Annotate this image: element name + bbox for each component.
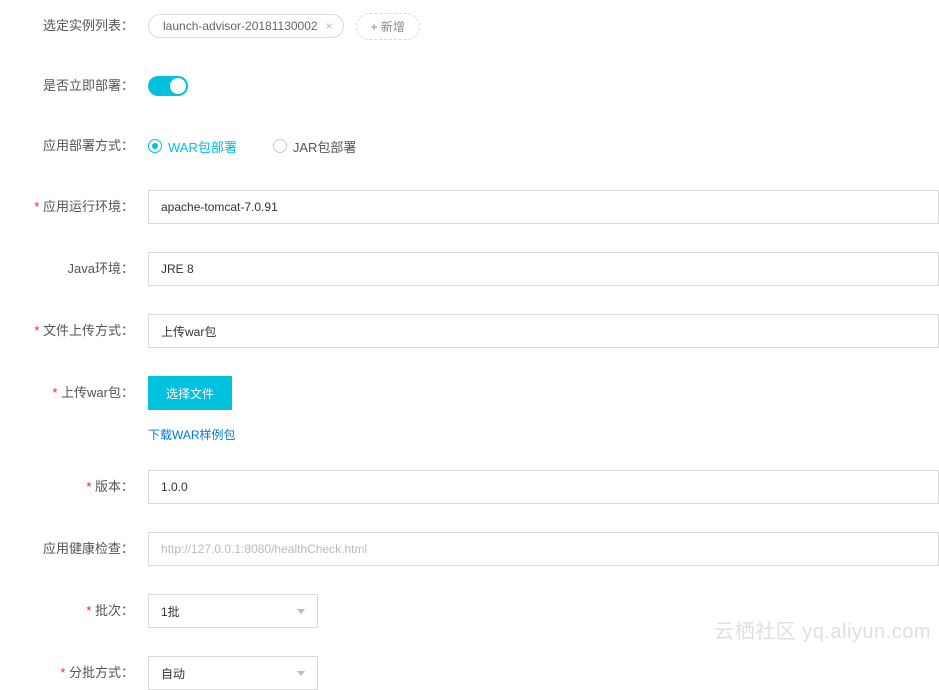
- chevron-down-icon: [297, 671, 305, 676]
- upload-method-value: 上传war包: [161, 323, 216, 340]
- field-instance-list: launch-advisor-20181130002 × + 新增: [148, 13, 939, 40]
- row-upload-war: 上传war包： 选择文件: [0, 376, 939, 410]
- version-value: 1.0.0: [161, 480, 188, 494]
- chevron-down-icon: [297, 609, 305, 614]
- row-deploy-now: 是否立即部署：: [0, 70, 939, 102]
- download-sample-link[interactable]: 下载WAR样例包: [148, 426, 236, 443]
- health-check-input[interactable]: http://127.0.0.1:8080/healthCheck.html: [148, 532, 939, 566]
- row-batch: 批次： 1批: [0, 594, 939, 628]
- label-deploy-method: 应用部署方式：: [0, 137, 148, 155]
- label-java-env: Java环境：: [0, 260, 148, 278]
- batch-value: 1批: [161, 603, 180, 620]
- runtime-env-value: apache-tomcat-7.0.91: [161, 200, 278, 214]
- radio-icon: [148, 139, 162, 153]
- label-deploy-now: 是否立即部署：: [0, 77, 148, 95]
- upload-method-select[interactable]: 上传war包: [148, 314, 939, 348]
- batch-mode-select[interactable]: 自动: [148, 656, 318, 690]
- radio-war-label: WAR包部署: [168, 137, 237, 156]
- radio-icon: [273, 139, 287, 153]
- add-instance-button[interactable]: + 新增: [356, 13, 420, 40]
- label-instance-list: 选定实例列表：: [0, 17, 148, 35]
- row-java-env: Java环境： JRE 8: [0, 252, 939, 286]
- java-env-value: JRE 8: [161, 262, 194, 276]
- field-version: 1.0.0: [148, 470, 939, 504]
- label-upload-method: 文件上传方式：: [0, 322, 148, 340]
- field-runtime-env: apache-tomcat-7.0.91: [148, 190, 939, 224]
- field-sample-link: 下载WAR样例包: [148, 426, 939, 443]
- radio-war[interactable]: WAR包部署: [148, 137, 237, 156]
- field-batch: 1批: [148, 594, 939, 628]
- label-runtime-env: 应用运行环境：: [0, 198, 148, 216]
- field-deploy-now: [148, 76, 939, 96]
- instance-tag[interactable]: launch-advisor-20181130002 ×: [148, 14, 344, 38]
- label-batch-mode: 分批方式：: [0, 664, 148, 682]
- label-version: 版本：: [0, 478, 148, 496]
- field-upload-war: 选择文件: [148, 376, 939, 410]
- field-health-check: http://127.0.0.1:8080/healthCheck.html: [148, 532, 939, 566]
- deploy-now-switch[interactable]: [148, 76, 188, 96]
- runtime-env-select[interactable]: apache-tomcat-7.0.91: [148, 190, 939, 224]
- deployment-form: 选定实例列表： launch-advisor-20181130002 × + 新…: [0, 0, 939, 690]
- field-upload-method: 上传war包: [148, 314, 939, 348]
- label-health-check: 应用健康检查：: [0, 540, 148, 558]
- label-upload-war: 上传war包：: [0, 384, 148, 402]
- row-sample-link: 下载WAR样例包: [0, 418, 939, 450]
- instance-tag-text: launch-advisor-20181130002: [163, 19, 318, 33]
- health-check-placeholder: http://127.0.0.1:8080/healthCheck.html: [161, 542, 367, 556]
- batch-mode-value: 自动: [161, 665, 185, 682]
- radio-jar-label: JAR包部署: [293, 137, 357, 156]
- row-health-check: 应用健康检查： http://127.0.0.1:8080/healthChec…: [0, 532, 939, 566]
- batch-select[interactable]: 1批: [148, 594, 318, 628]
- row-version: 版本： 1.0.0: [0, 470, 939, 504]
- version-input[interactable]: 1.0.0: [148, 470, 939, 504]
- radio-jar[interactable]: JAR包部署: [273, 137, 357, 156]
- row-instance-list: 选定实例列表： launch-advisor-20181130002 × + 新…: [0, 10, 939, 42]
- row-batch-mode: 分批方式： 自动: [0, 656, 939, 690]
- java-env-select[interactable]: JRE 8: [148, 252, 939, 286]
- deploy-method-radio-group: WAR包部署 JAR包部署: [148, 137, 356, 156]
- add-instance-label: + 新增: [371, 18, 405, 35]
- label-batch: 批次：: [0, 602, 148, 620]
- row-deploy-method: 应用部署方式： WAR包部署 JAR包部署: [0, 130, 939, 162]
- row-runtime-env: 应用运行环境： apache-tomcat-7.0.91: [0, 190, 939, 224]
- row-upload-method: 文件上传方式： 上传war包: [0, 314, 939, 348]
- choose-file-button[interactable]: 选择文件: [148, 376, 232, 410]
- field-java-env: JRE 8: [148, 252, 939, 286]
- field-deploy-method: WAR包部署 JAR包部署: [148, 137, 939, 156]
- field-batch-mode: 自动: [148, 656, 939, 690]
- close-icon[interactable]: ×: [326, 20, 333, 32]
